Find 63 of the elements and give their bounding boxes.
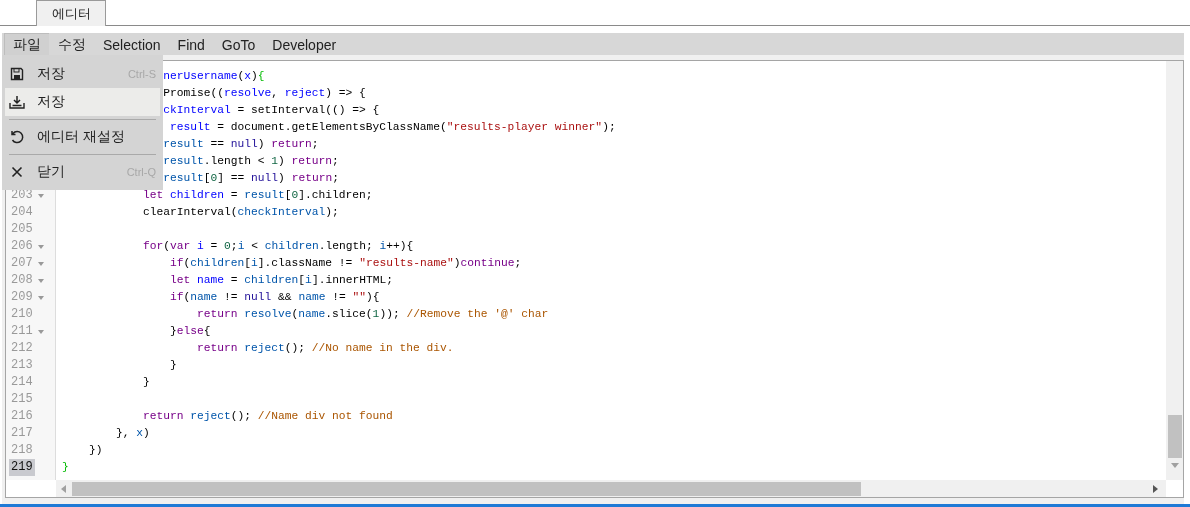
dropdown-menu-item[interactable]: 저장 (5, 88, 160, 116)
line-number: 215 (10, 391, 34, 408)
line-number: 217 (10, 425, 34, 442)
code-line: }, x) (116, 427, 150, 439)
line-number: 211 (10, 323, 34, 340)
code-line: result == null) return; (163, 138, 319, 150)
menu-item[interactable]: 수정 (49, 33, 94, 55)
code-line: return resolve(name.slice(1)); //Remove the '@' char (197, 308, 549, 320)
dropdown-menu-item[interactable]: 에디터 재설정 (5, 123, 160, 151)
scroll-right-icon[interactable] (1153, 484, 1158, 493)
line-number: 214 (10, 374, 34, 391)
line-number: 212 (10, 340, 34, 357)
fold-arrow-icon[interactable] (37, 244, 44, 249)
code-line: ckInterval = setInterval(() => { (163, 104, 380, 116)
current-line-number: 219 (9, 459, 35, 476)
code-line: if(name != null && name != ""){ (170, 291, 380, 303)
fold-arrow-icon[interactable] (37, 329, 44, 334)
scroll-down-icon[interactable] (1170, 463, 1179, 468)
line-number: 218 (10, 442, 34, 459)
fold-arrow-icon[interactable] (37, 278, 44, 283)
close-icon (11, 166, 23, 178)
code-line: return reject(); //No name in the div. (197, 342, 454, 354)
line-number: 204 (10, 204, 34, 221)
horizontal-scrollbar[interactable] (56, 480, 1166, 497)
line-number: 205 (10, 221, 34, 238)
code-line: } (143, 376, 150, 388)
scrollbar-thumb[interactable] (1167, 415, 1182, 458)
line-number: 209 (10, 289, 34, 306)
line-number: 213 (10, 357, 34, 374)
undo-arrow-icon (9, 129, 25, 145)
vertical-scrollbar[interactable] (1166, 61, 1183, 480)
scroll-left-icon[interactable] (61, 484, 66, 493)
scrollbar-thumb[interactable] (72, 481, 861, 496)
menu-item[interactable]: GoTo (212, 33, 264, 55)
code-line: clearInterval(checkInterval); (143, 206, 339, 218)
code-line: }) (89, 444, 103, 456)
code-line: Promise((resolve, reject) => { (163, 87, 366, 99)
code-line: let name = children[i].innerHTML; (170, 274, 393, 286)
code-line: }else{ (170, 325, 211, 337)
code-line: result = document.getElementsByClassName("results-player winner"); (170, 121, 616, 133)
code-line: } (170, 359, 177, 371)
line-number: 206 (10, 238, 34, 255)
line-number: 207 (10, 255, 34, 272)
code-line: if(children[i].className != "results-name")continue; (170, 257, 522, 269)
menu-item[interactable]: Developer (263, 33, 345, 55)
code-line: result[0] == null) return; (163, 172, 339, 184)
fold-arrow-icon[interactable] (37, 193, 44, 198)
fold-arrow-icon[interactable] (37, 295, 44, 300)
code-line: for(var i = 0;i < children.length; i++){ (143, 240, 414, 252)
fold-arrow-icon[interactable] (37, 261, 44, 266)
download-tray-icon (9, 95, 25, 109)
code-line: result.length < 1) return; (163, 155, 339, 167)
code-line: nerUsername(x){ (163, 70, 265, 82)
code-line: let children = result[0].children; (143, 189, 373, 201)
code-line: return reject(); //Name div not found (143, 410, 393, 422)
menu-item[interactable]: Selection (94, 33, 169, 55)
line-number: 216 (10, 408, 34, 425)
menu-item[interactable]: Find (168, 33, 213, 55)
line-number: 210 (10, 306, 34, 323)
line-number: 208 (10, 272, 34, 289)
editor-tab[interactable]: 에디터 (36, 0, 106, 26)
code-line: } (62, 461, 69, 473)
menu-item[interactable]: 파일 (4, 33, 49, 55)
